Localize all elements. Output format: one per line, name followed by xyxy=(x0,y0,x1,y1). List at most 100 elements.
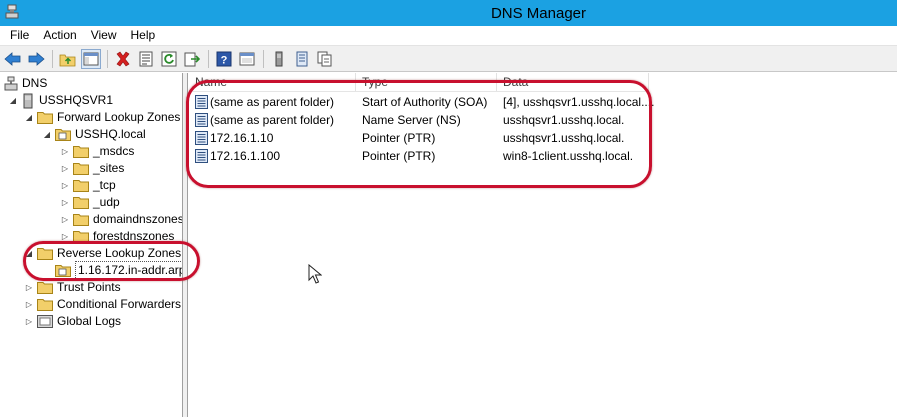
toolbar-separator xyxy=(263,49,264,68)
server-icon[interactable] xyxy=(269,49,289,69)
folder-icon xyxy=(73,163,89,175)
cell-data: win8-1client.usshq.local. xyxy=(503,149,634,163)
server-icon xyxy=(23,93,33,108)
toolbar-separator xyxy=(52,49,53,68)
record-icon xyxy=(195,95,208,109)
folder-icon xyxy=(37,248,53,260)
expanded-arrow-icon[interactable]: ◢ xyxy=(8,92,18,109)
cell-name: (same as parent folder) xyxy=(210,95,335,109)
collapsed-arrow-icon[interactable]: ▷ xyxy=(60,194,70,211)
tree-item-subfolder[interactable]: ▷ _udp xyxy=(60,194,120,211)
header-divider xyxy=(189,91,649,92)
tree-item-reverse-zone[interactable]: 1.16.172.in-addr.arpa xyxy=(55,261,182,280)
collapsed-arrow-icon[interactable]: ▷ xyxy=(60,228,70,245)
table-row[interactable]: (same as parent folder) Start of Authori… xyxy=(189,93,654,111)
folder-icon xyxy=(73,180,89,192)
folder-icon xyxy=(73,146,89,158)
tree-item-server[interactable]: ◢ USSHQSVR1 xyxy=(8,92,113,109)
collapsed-arrow-icon[interactable]: ▷ xyxy=(60,160,70,177)
tree-item-forward-lookup-zones[interactable]: ◢ Forward Lookup Zones xyxy=(24,109,180,126)
tree-item-global-logs[interactable]: ▷ Global Logs xyxy=(24,313,121,330)
tree-item-trust-points[interactable]: ▷ Trust Points xyxy=(24,279,121,296)
cell-data: usshqsvr1.usshq.local. xyxy=(503,113,625,127)
records-list: Name Type Data (same as parent folder) S… xyxy=(189,73,897,417)
cell-name: 172.16.1.10 xyxy=(210,131,274,145)
zone-icon xyxy=(55,265,71,277)
cell-type: Start of Authority (SOA) xyxy=(362,95,488,109)
toolbar-separator xyxy=(208,49,209,68)
tree-label-global-logs: Global Logs xyxy=(57,314,122,328)
tree-label-dns: DNS xyxy=(22,76,48,90)
tree-item-subfolder[interactable]: ▷ domaindnszones xyxy=(60,211,183,228)
tree-item-dns[interactable]: DNS xyxy=(4,75,47,92)
toolbar-separator xyxy=(107,49,108,68)
menu-file[interactable]: File xyxy=(4,26,36,45)
properties-icon[interactable] xyxy=(136,49,156,69)
collapsed-arrow-icon[interactable]: ▷ xyxy=(60,143,70,160)
tree-item-subfolder[interactable]: ▷ _msdcs xyxy=(60,143,134,160)
refresh-icon[interactable] xyxy=(159,49,179,69)
delete-icon[interactable] xyxy=(113,49,133,69)
tree-item-zone[interactable]: ◢ USSHQ.local xyxy=(42,126,146,143)
log-folder-icon xyxy=(37,315,53,328)
cell-type: Pointer (PTR) xyxy=(362,131,436,145)
tree-label-subfolder: forestdnszones xyxy=(93,229,175,243)
column-header-data[interactable]: Data xyxy=(497,73,649,91)
help-icon[interactable]: ? xyxy=(214,49,234,69)
collapsed-arrow-icon[interactable]: ▷ xyxy=(24,313,34,330)
dns-icon xyxy=(4,76,18,90)
menu-help[interactable]: Help xyxy=(124,26,163,45)
expanded-arrow-icon[interactable]: ◢ xyxy=(42,126,52,143)
table-row[interactable]: (same as parent folder) Name Server (NS)… xyxy=(189,111,649,129)
pane-splitter[interactable] xyxy=(183,73,188,417)
tree-label-subfolder: _udp xyxy=(93,195,120,209)
tree-label-forward-lookup-zones: Forward Lookup Zones xyxy=(57,110,181,124)
up-folder-icon[interactable] xyxy=(58,49,78,69)
toolbar: ? xyxy=(0,45,897,72)
column-header-name[interactable]: Name xyxy=(189,73,356,91)
forward-arrow-icon[interactable] xyxy=(26,49,46,69)
record-icon xyxy=(195,149,208,163)
tree-item-reverse-lookup-zones[interactable]: ◢ Reverse Lookup Zones xyxy=(24,245,181,262)
back-arrow-icon[interactable] xyxy=(3,49,23,69)
folder-icon xyxy=(37,299,53,311)
mouse-cursor-icon xyxy=(308,264,322,284)
cell-name: 172.16.1.100 xyxy=(210,149,281,163)
folder-icon xyxy=(37,282,53,294)
document-icon[interactable] xyxy=(292,49,312,69)
tree-item-subfolder[interactable]: ▷ _tcp xyxy=(60,177,116,194)
tree-item-conditional-forwarders[interactable]: ▷ Conditional Forwarders xyxy=(24,296,181,313)
menu-view[interactable]: View xyxy=(84,26,124,45)
console-icon[interactable] xyxy=(237,49,257,69)
window-title: DNS Manager xyxy=(490,5,587,22)
console-tree: DNS ◢ USSHQSVR1 ◢ Forward Lookup Zones ◢… xyxy=(0,73,183,417)
collapsed-arrow-icon[interactable]: ▷ xyxy=(24,279,34,296)
cell-type: Name Server (NS) xyxy=(362,113,461,127)
record-icon xyxy=(195,131,208,145)
column-header-type[interactable]: Type xyxy=(356,73,497,91)
tree-label-reverse-lookup-zones: Reverse Lookup Zones xyxy=(57,246,182,260)
table-row[interactable]: 172.16.1.10 Pointer (PTR) usshqsvr1.ussh… xyxy=(189,129,649,147)
collapsed-arrow-icon[interactable]: ▷ xyxy=(24,296,34,313)
menu-action[interactable]: Action xyxy=(36,26,83,45)
cell-data: [4], usshqsvr1.usshq.local.... xyxy=(503,95,655,109)
tree-label-subfolder: _tcp xyxy=(93,178,116,192)
cell-type: Pointer (PTR) xyxy=(362,149,436,163)
cell-data: usshqsvr1.usshq.local. xyxy=(503,131,625,145)
expanded-arrow-icon[interactable]: ◢ xyxy=(24,245,34,262)
tree-label-reverse-zone: 1.16.172.in-addr.arpa xyxy=(75,261,182,280)
export-list-icon[interactable] xyxy=(182,49,202,69)
tree-label-subfolder: domaindnszones xyxy=(93,212,183,226)
tree-label-zone: USSHQ.local xyxy=(75,127,146,141)
title-bar: DNS Manager xyxy=(0,0,897,26)
collapsed-arrow-icon[interactable]: ▷ xyxy=(60,177,70,194)
tree-label-subfolder: _sites xyxy=(93,161,125,175)
menu-bar: File Action View Help xyxy=(0,26,897,45)
tree-item-subfolder[interactable]: ▷ _sites xyxy=(60,160,124,177)
show-hide-tree-icon[interactable] xyxy=(81,48,101,69)
expanded-arrow-icon[interactable]: ◢ xyxy=(24,109,34,126)
table-row[interactable]: 172.16.1.100 Pointer (PTR) win8-1client.… xyxy=(189,147,649,165)
copy-icon[interactable] xyxy=(315,49,335,69)
tree-item-subfolder[interactable]: ▷ forestdnszones xyxy=(60,228,174,245)
collapsed-arrow-icon[interactable]: ▷ xyxy=(60,211,70,228)
